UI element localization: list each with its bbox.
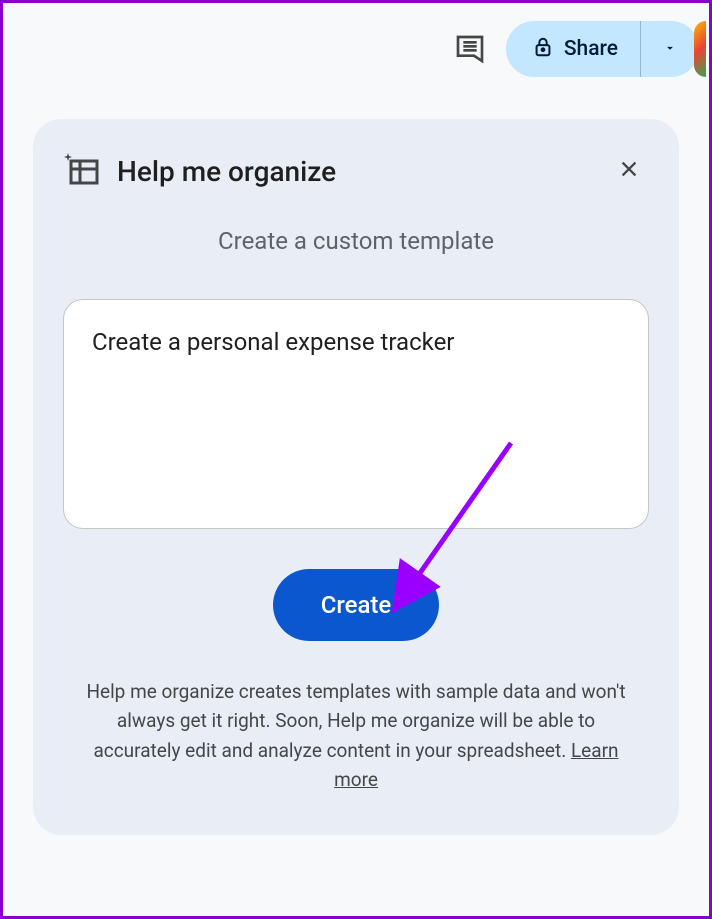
account-avatar[interactable]: [694, 21, 706, 77]
toolbar: Share: [3, 3, 709, 95]
help-me-organize-panel: Help me organize Create a custom templat…: [33, 119, 679, 835]
panel-header: Help me organize: [63, 151, 649, 191]
lock-icon: [532, 36, 554, 62]
organize-sparkle-table-icon: [63, 151, 99, 191]
panel-title: Help me organize: [117, 155, 336, 188]
description-text: Help me organize creates templates with …: [86, 680, 625, 762]
share-button[interactable]: Share: [506, 21, 641, 77]
close-icon: [618, 158, 640, 184]
comment-history-icon[interactable]: [452, 31, 488, 67]
chevron-down-icon: [663, 40, 677, 59]
create-button[interactable]: Create: [273, 569, 440, 641]
close-button[interactable]: [609, 151, 649, 191]
share-button-group: Share: [506, 21, 699, 77]
panel-description: Help me organize creates templates with …: [63, 677, 649, 795]
prompt-input[interactable]: [63, 299, 649, 529]
share-label: Share: [564, 37, 618, 61]
share-dropdown-button[interactable]: [641, 21, 699, 77]
panel-subtitle: Create a custom template: [63, 227, 649, 255]
